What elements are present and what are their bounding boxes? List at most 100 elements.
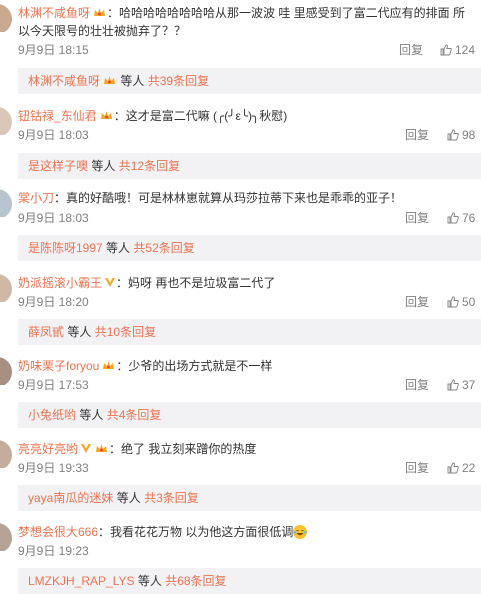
- comment-username[interactable]: 梦想会很大666: [18, 525, 98, 539]
- comment-time: 9月9日 18:20: [18, 295, 89, 309]
- comment-line: 梦想会很大666：我看花花万物 以为他这方面很低调: [18, 523, 477, 541]
- comment-text: ：这才是富二代嘛 (╭(╯ε╰)╮秋慰): [113, 109, 288, 123]
- comment-text: ：绝了 我立刻来蹭你的热度: [109, 442, 257, 456]
- like-button[interactable]: 22: [447, 459, 475, 477]
- like-count: 22: [462, 461, 476, 475]
- avatar[interactable]: [0, 274, 14, 302]
- sub-reply-user[interactable]: yaya南瓜的迷妹: [28, 491, 113, 505]
- sub-replies-bar[interactable]: 薛凤甙 等人 共10条回复: [18, 319, 481, 345]
- comment-username[interactable]: 棠小刀: [18, 191, 54, 205]
- sub-replies-bar[interactable]: 小兔纸哟 等人 共4条回复: [18, 402, 481, 428]
- crown-fan-badge-icon: [94, 8, 106, 16]
- comment-text-continued: 以今天限号的壮壮被抛弃了？？: [18, 24, 187, 38]
- like-button[interactable]: 37: [447, 376, 475, 394]
- avatar[interactable]: [0, 523, 14, 551]
- sub-reply-label: 等人: [106, 241, 131, 255]
- sub-reply-label: 等人: [120, 74, 145, 88]
- sub-replies-bar[interactable]: 林渊不咸鱼呀 等人 共39条回复: [18, 68, 481, 94]
- avatar[interactable]: [0, 107, 14, 135]
- comment-time: 9月9日 19:33: [18, 461, 89, 475]
- sub-replies-bar[interactable]: yaya南瓜的迷妹 等人 共3条回复: [18, 485, 481, 511]
- reply-count-link[interactable]: 共3条回复: [144, 491, 199, 505]
- like-button[interactable]: 124: [440, 41, 475, 59]
- comment-username[interactable]: 奶味栗子foryou: [18, 359, 99, 373]
- sub-reply-label: 等人: [67, 325, 92, 339]
- v-verified-icon: [105, 278, 116, 287]
- comment-username[interactable]: 林渊不咸鱼呀: [18, 6, 90, 20]
- comment-text: ：哈哈哈哈哈哈哈哈从那一波波 哇 里感受到了富二代应有的排面 所: [107, 6, 466, 20]
- reply-count-link[interactable]: 共12条回复: [119, 159, 180, 173]
- avatar[interactable]: [0, 189, 14, 217]
- reply-count-link[interactable]: 共10条回复: [95, 325, 156, 339]
- reply-button[interactable]: 回复: [405, 459, 429, 477]
- thumbs-up-icon: [447, 212, 459, 224]
- comment-time: 9月9日 18:03: [18, 211, 89, 225]
- comment-username[interactable]: 钮钴禄_东仙君: [18, 109, 97, 123]
- sub-reply-user[interactable]: 是这样子噢: [28, 159, 88, 173]
- avatar[interactable]: [0, 4, 14, 32]
- sub-reply-user[interactable]: 小兔纸哟: [28, 408, 76, 422]
- like-count: 76: [462, 211, 476, 225]
- thumbs-up-icon: [440, 44, 452, 56]
- reply-button[interactable]: 回复: [399, 41, 423, 59]
- like-button[interactable]: 50: [447, 293, 475, 311]
- reply-count-link[interactable]: 共68条回复: [165, 574, 226, 588]
- like-count: 37: [462, 378, 476, 392]
- sub-reply-label: 等人: [116, 491, 141, 505]
- sub-reply-user[interactable]: 薛凤甙: [28, 325, 64, 339]
- comment-time: 9月9日 18:03: [18, 128, 89, 142]
- comment-line: 林渊不咸鱼呀 ：哈哈哈哈哈哈哈哈从那一波波 哇 里感受到了富二代应有的排面 所: [18, 4, 477, 22]
- crown-fan-badge-icon: [100, 111, 112, 119]
- v-verified-icon: [81, 444, 92, 453]
- sub-reply-user[interactable]: 林渊不咸鱼呀: [28, 74, 100, 88]
- comment-username[interactable]: 亮亮好亮哟: [18, 442, 78, 456]
- sub-replies-bar[interactable]: 是这样子噢 等人 共12条回复: [18, 153, 481, 179]
- reply-count-link[interactable]: 共52条回复: [133, 241, 194, 255]
- comment-username[interactable]: 奶派摇滚小霸王: [18, 276, 102, 290]
- thumbs-up-icon: [447, 296, 459, 308]
- reply-button[interactable]: 回复: [405, 209, 429, 227]
- like-button[interactable]: 98: [447, 126, 475, 144]
- comment-line: 亮亮好亮哟 ：绝了 我立刻来蹭你的热度: [18, 440, 477, 458]
- comment-time: 9月9日 19:23: [18, 544, 89, 558]
- thumbs-up-icon: [447, 129, 459, 141]
- crown-fan-badge-icon: [103, 361, 115, 369]
- thumbs-up-icon: [447, 462, 459, 474]
- sub-reply-user[interactable]: 是陈陈呀1997: [28, 241, 103, 255]
- avatar[interactable]: [0, 357, 14, 385]
- comment-text: ：我看花花万物 以为他这方面很低调: [98, 525, 294, 539]
- comment-line: 奶味栗子foryou ：少爷的出场方式就是不一样: [18, 357, 477, 375]
- reply-button[interactable]: 回复: [405, 376, 429, 394]
- sub-reply-label: 等人: [137, 574, 162, 588]
- comment-meta: 9月9日 18:03 回复 76: [18, 209, 481, 227]
- reply-count-link[interactable]: 共39条回复: [148, 74, 209, 88]
- sub-replies-bar[interactable]: LMZKJH_RAP_LYS 等人 共68条回复: [18, 568, 481, 594]
- comment-meta: 9月9日 18:03 回复 98: [18, 126, 481, 144]
- avatar[interactable]: [0, 440, 14, 468]
- comment-meta: 9月9日 19:33 回复 22: [18, 459, 481, 477]
- comment-meta: 9月9日 19:23: [18, 542, 481, 560]
- reply-count-link[interactable]: 共4条回复: [107, 408, 162, 422]
- like-count: 98: [462, 128, 476, 142]
- reply-button[interactable]: 回复: [405, 126, 429, 144]
- comment-meta: 9月9日 18:20 回复 50: [18, 293, 481, 311]
- comment-time: 9月9日 17:53: [18, 378, 89, 392]
- sub-replies-bar[interactable]: 是陈陈呀1997 等人 共52条回复: [18, 235, 481, 261]
- sub-reply-user[interactable]: LMZKJH_RAP_LYS: [28, 574, 134, 588]
- comment-meta: 9月9日 18:15 回复 124: [18, 41, 481, 59]
- thumbs-up-icon: [447, 379, 459, 391]
- comment-text: ：妈呀 再也不是垃圾富二代了: [116, 276, 276, 290]
- comment-time: 9月9日 18:15: [18, 43, 89, 57]
- sub-reply-label: 等人: [79, 408, 104, 422]
- laugh-cry-emoji-icon: [293, 525, 308, 539]
- like-button[interactable]: 76: [447, 209, 475, 227]
- like-count: 50: [462, 295, 476, 309]
- comment-line: 棠小刀：真的好酷哦！可是林林崽就算从玛莎拉蒂下来也是乖乖的亚子！: [18, 189, 477, 207]
- comment-meta: 9月9日 17:53 回复 37: [18, 376, 481, 394]
- sub-reply-label: 等人: [91, 159, 116, 173]
- crown-fan-badge-icon: [96, 444, 108, 452]
- crown-fan-badge-icon: [104, 76, 116, 84]
- reply-button[interactable]: 回复: [405, 293, 429, 311]
- like-count: 124: [455, 43, 476, 57]
- comment-text: ：少爷的出场方式就是不一样: [116, 359, 273, 373]
